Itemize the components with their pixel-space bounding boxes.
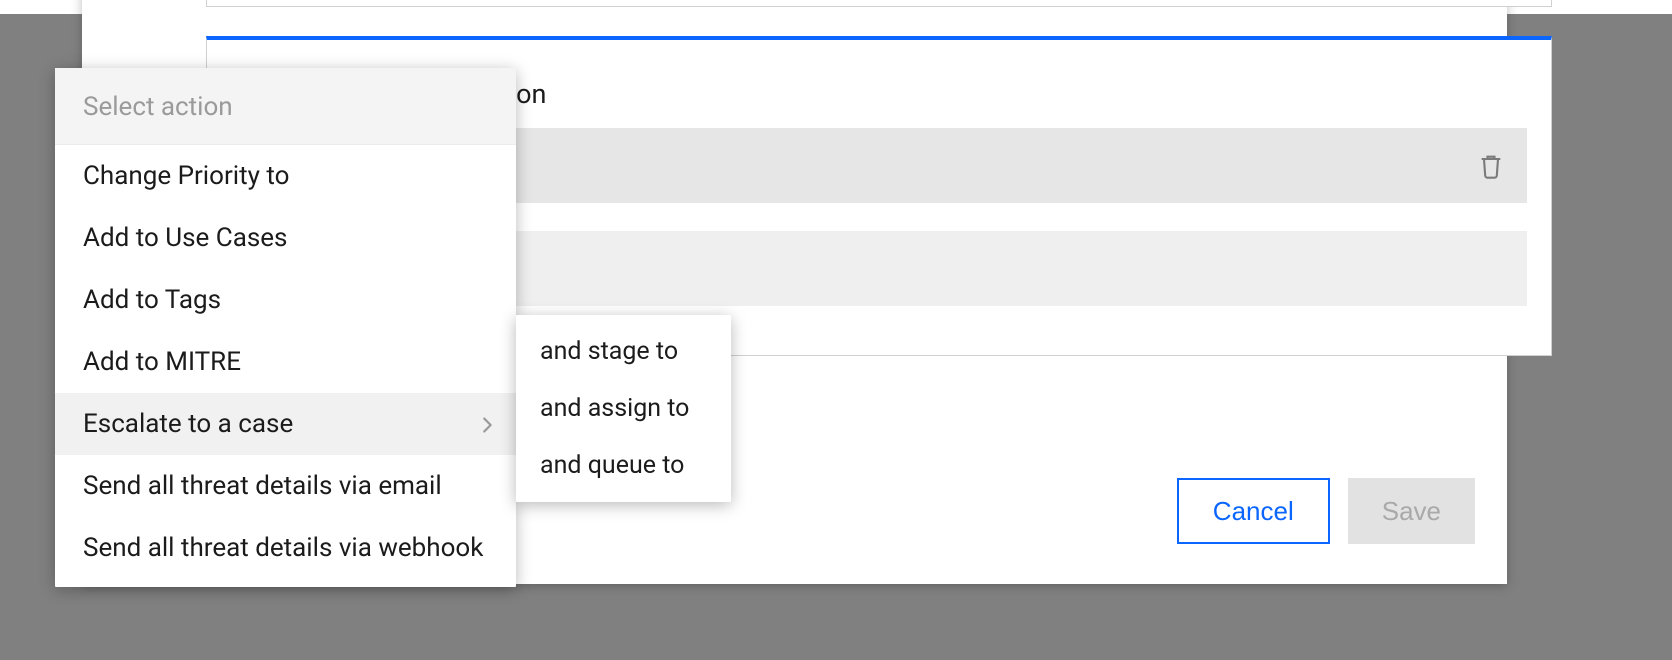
menu-item-escalate-case[interactable]: Escalate to a case (55, 393, 516, 455)
menu-item-label: Add to Tags (83, 285, 221, 315)
menu-item-label: and queue to (540, 451, 684, 480)
save-button: Save (1348, 478, 1475, 544)
menu-item-add-use-cases[interactable]: Add to Use Cases (55, 207, 516, 269)
conditions-panel (206, 0, 1552, 7)
menu-item-label: Change Priority to (83, 161, 289, 191)
action-select-menu[interactable]: Select action Change Priority to Add to … (55, 68, 516, 587)
menu-item-label: Send all threat details via email (83, 471, 442, 501)
modal-footer-buttons: Cancel Save (1177, 478, 1475, 544)
trash-icon[interactable] (1477, 151, 1505, 181)
cancel-button[interactable]: Cancel (1177, 478, 1330, 544)
escalate-submenu[interactable]: and stage to and assign to and queue to (516, 315, 731, 502)
menu-item-label: Add to Use Cases (83, 223, 287, 253)
chevron-right-icon (476, 413, 498, 435)
menu-item-label: and stage to (540, 337, 678, 366)
action-select-header: Select action (55, 68, 516, 145)
menu-item-send-webhook[interactable]: Send all threat details via webhook (55, 517, 516, 579)
menu-item-label: Send all threat details via webhook (83, 533, 483, 563)
menu-item-label: and assign to (540, 394, 689, 423)
menu-item-label: Add to MITRE (83, 347, 241, 377)
menu-item-label: Escalate to a case (83, 409, 293, 439)
menu-item-add-mitre[interactable]: Add to MITRE (55, 331, 516, 393)
menu-item-add-tags[interactable]: Add to Tags (55, 269, 516, 331)
submenu-item-stage[interactable]: and stage to (516, 323, 731, 380)
submenu-item-assign[interactable]: and assign to (516, 380, 731, 437)
menu-item-send-email[interactable]: Send all threat details via email (55, 455, 516, 517)
menu-item-change-priority[interactable]: Change Priority to (55, 145, 516, 207)
submenu-item-queue[interactable]: and queue to (516, 437, 731, 494)
